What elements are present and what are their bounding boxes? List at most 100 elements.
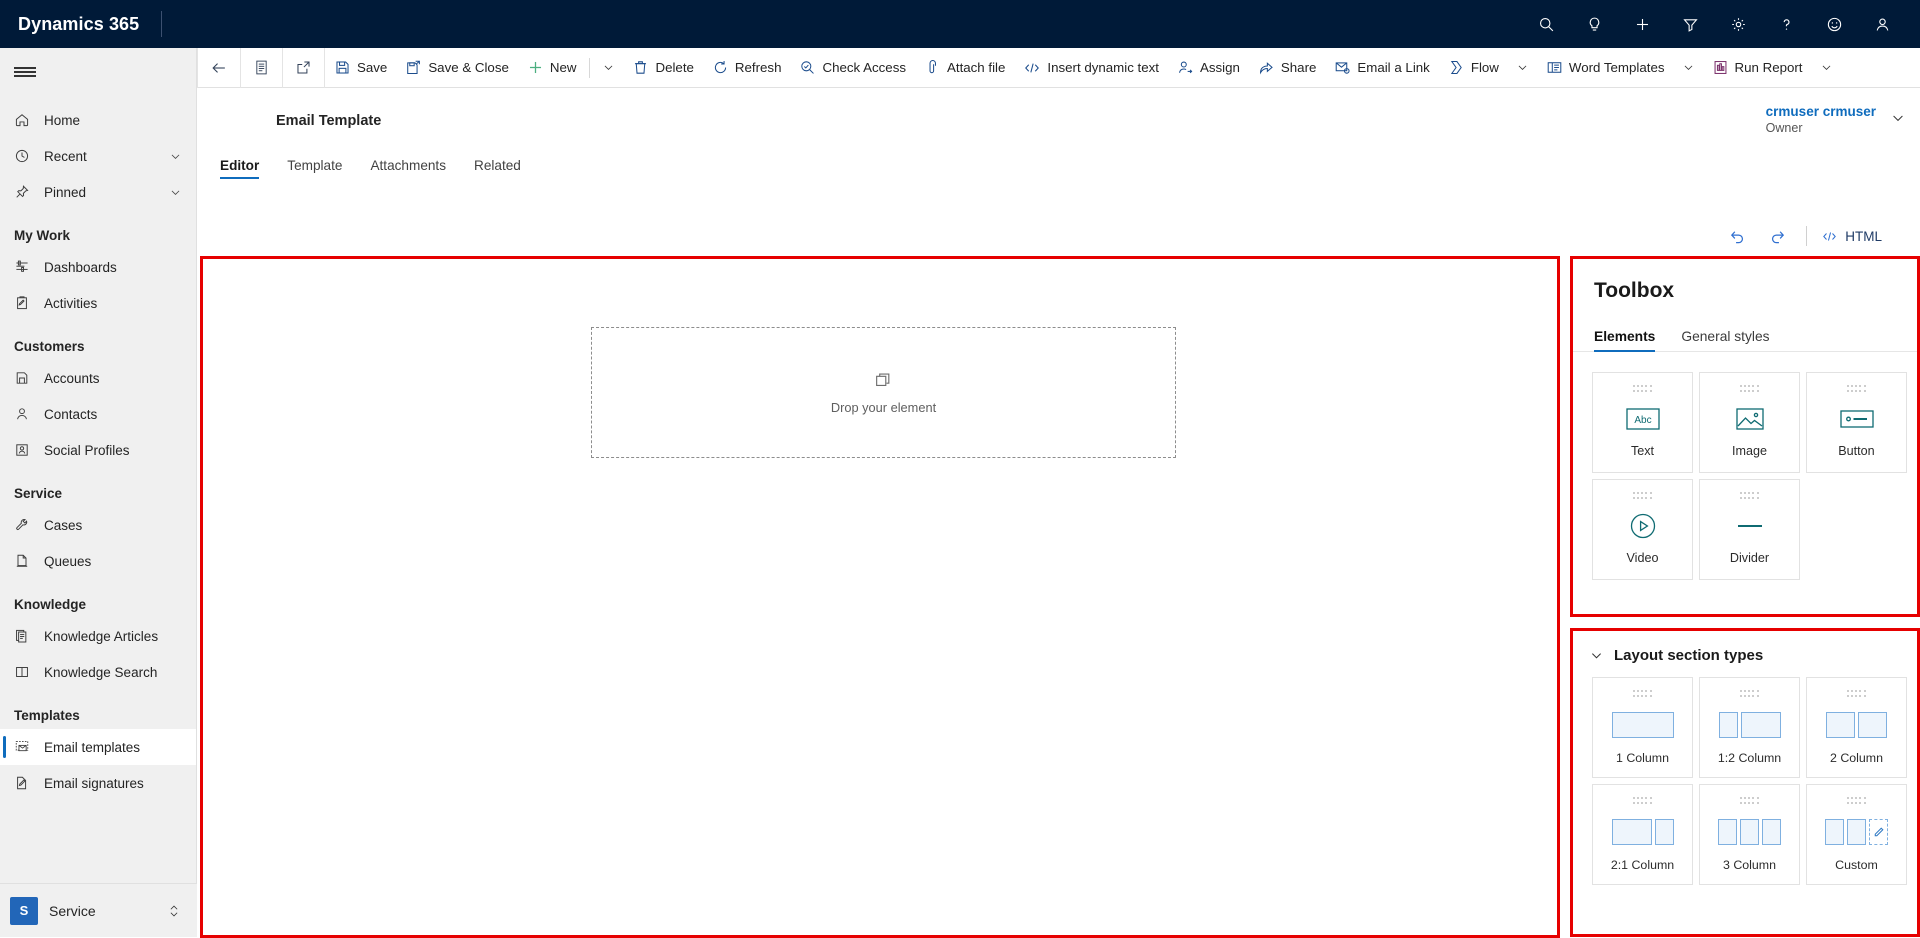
refresh-button[interactable]: Refresh xyxy=(703,48,791,88)
layout-tile-1-column[interactable]: 1 Column xyxy=(1592,677,1693,778)
save-button[interactable]: Save xyxy=(325,48,396,88)
drag-grip-icon[interactable] xyxy=(1632,690,1653,699)
element-tile-image[interactable]: Image xyxy=(1699,372,1800,473)
layout-tile-custom[interactable]: Custom xyxy=(1806,784,1907,885)
chevron-down-icon[interactable] xyxy=(169,150,182,163)
sidebar-item-recent[interactable]: Recent xyxy=(0,138,196,174)
svg-text:Abc: Abc xyxy=(1634,415,1651,426)
sidebar-item-activities[interactable]: Activities xyxy=(0,285,196,321)
element-tile-video[interactable]: Video xyxy=(1592,479,1693,580)
back-button[interactable] xyxy=(198,48,240,88)
layout-tile-2-1-column[interactable]: 2:1 Column xyxy=(1592,784,1693,885)
pencil-icon xyxy=(1869,819,1888,845)
drag-grip-icon[interactable] xyxy=(1739,492,1760,501)
plus-icon[interactable] xyxy=(1618,0,1666,48)
email-signature-icon xyxy=(14,774,36,792)
element-tile-button[interactable]: Button xyxy=(1806,372,1907,473)
layout-section-title: Layout section types xyxy=(1614,647,1764,664)
flow-button[interactable]: Flow xyxy=(1439,48,1508,88)
sidebar-item-knowledge-articles[interactable]: Knowledge Articles xyxy=(0,618,196,654)
word-templates-overflow-chevron[interactable] xyxy=(1674,48,1703,88)
new-overflow-chevron[interactable] xyxy=(594,48,623,88)
drag-grip-icon[interactable] xyxy=(1739,385,1760,394)
sidebar-item-pinned[interactable]: Pinned xyxy=(0,174,196,210)
owner-name[interactable]: crmuser crmuser xyxy=(1766,104,1876,119)
lightbulb-icon[interactable] xyxy=(1570,0,1618,48)
layout-tile-2-column[interactable]: 2 Column xyxy=(1806,677,1907,778)
drop-zone[interactable]: Drop your element xyxy=(591,327,1176,458)
undo-icon[interactable] xyxy=(1722,222,1752,250)
sidebar-item-dashboards[interactable]: Dashboards xyxy=(0,249,196,285)
sidebar-item-home[interactable]: Home xyxy=(0,102,196,138)
layout-section-header[interactable]: Layout section types xyxy=(1573,631,1917,664)
toolbox-tab-list: Elements General styles xyxy=(1594,329,1917,352)
layout-tile-3-column[interactable]: 3 Column xyxy=(1699,784,1800,885)
gear-icon[interactable] xyxy=(1714,0,1762,48)
html-view-button[interactable]: HTML xyxy=(1821,229,1882,244)
chevron-down-icon[interactable] xyxy=(169,186,182,199)
tab-template[interactable]: Template xyxy=(287,158,342,179)
chevron-down-icon[interactable] xyxy=(1589,648,1604,663)
drag-grip-icon[interactable] xyxy=(1846,385,1867,394)
assign-button[interactable]: Assign xyxy=(1168,48,1249,88)
insert-dynamic-text-button[interactable]: Insert dynamic text xyxy=(1014,48,1168,88)
smiley-icon[interactable] xyxy=(1810,0,1858,48)
layout-tile-1-2-column[interactable]: 1:2 Column xyxy=(1699,677,1800,778)
editor-toolbar: HTML xyxy=(1722,222,1882,250)
new-button[interactable]: New xyxy=(518,48,586,88)
element-tile-divider[interactable]: Divider xyxy=(1699,479,1800,580)
tab-elements[interactable]: Elements xyxy=(1594,329,1656,352)
sidebar-item-queues[interactable]: Queues xyxy=(0,543,196,579)
email-a-link-button[interactable]: Email a Link xyxy=(1325,48,1438,88)
flow-overflow-chevron[interactable] xyxy=(1508,48,1537,88)
search-icon[interactable] xyxy=(1522,0,1570,48)
sidebar-item-email-signatures[interactable]: Email signatures xyxy=(0,765,196,801)
hamburger-menu-icon[interactable] xyxy=(0,48,196,96)
drag-grip-icon[interactable] xyxy=(1632,797,1653,806)
drag-grip-icon[interactable] xyxy=(1739,797,1760,806)
code-icon xyxy=(1023,59,1041,77)
element-tile-text[interactable]: Abc Text xyxy=(1592,372,1693,473)
sidebar-item-contacts[interactable]: Contacts xyxy=(0,396,196,432)
tab-related[interactable]: Related xyxy=(474,158,521,179)
drag-grip-icon[interactable] xyxy=(1632,385,1653,394)
drag-grip-icon[interactable] xyxy=(1739,690,1760,699)
sidebar-group-my-work: My Work xyxy=(14,228,71,243)
pin-icon xyxy=(14,183,36,201)
sidebar-item-email-templates[interactable]: Email templates xyxy=(0,729,196,765)
save-and-close-button[interactable]: Save & Close xyxy=(396,48,518,88)
activities-icon xyxy=(14,294,36,312)
tab-attachments[interactable]: Attachments xyxy=(370,158,446,179)
toolbox-element-grid: Abc Text Image Button Video Divider xyxy=(1573,352,1917,580)
drag-grip-icon[interactable] xyxy=(1632,492,1653,501)
person-icon[interactable] xyxy=(1858,0,1906,48)
word-templates-button[interactable]: Word Templates xyxy=(1537,48,1674,88)
chevron-up-down-icon[interactable] xyxy=(167,903,181,919)
sidebar-item-social-profiles[interactable]: Social Profiles xyxy=(0,432,196,468)
share-button[interactable]: Share xyxy=(1249,48,1325,88)
drag-grip-icon[interactable] xyxy=(1846,690,1867,699)
run-report-button[interactable]: Run Report xyxy=(1703,48,1812,88)
chevron-down-icon[interactable] xyxy=(1890,110,1906,126)
run-report-overflow-chevron[interactable] xyxy=(1812,48,1841,88)
question-icon[interactable] xyxy=(1762,0,1810,48)
redo-icon[interactable] xyxy=(1762,222,1792,250)
owner-role-label: Owner xyxy=(1765,121,1803,135)
delete-button[interactable]: Delete xyxy=(623,48,702,88)
email-canvas[interactable]: Drop your element xyxy=(200,256,1560,938)
area-switcher[interactable]: S Service xyxy=(0,883,197,937)
attach-file-button[interactable]: Attach file xyxy=(915,48,1014,88)
drag-grip-icon[interactable] xyxy=(1846,797,1867,806)
form-selector-button[interactable] xyxy=(241,48,282,88)
sidebar-item-cases[interactable]: Cases xyxy=(0,507,196,543)
sidebar-group-knowledge: Knowledge xyxy=(14,597,87,612)
filter-icon[interactable] xyxy=(1666,0,1714,48)
owner-field[interactable]: crmuser crmuser Owner xyxy=(1766,104,1876,135)
tab-general-styles[interactable]: General styles xyxy=(1681,329,1769,352)
sidebar-item-knowledge-search[interactable]: Knowledge Search xyxy=(0,654,196,690)
tab-editor[interactable]: Editor xyxy=(220,158,260,179)
popout-button[interactable] xyxy=(283,48,324,88)
check-access-button[interactable]: Check Access xyxy=(790,48,915,88)
sidebar-item-accounts[interactable]: Accounts xyxy=(0,360,196,396)
area-badge: S xyxy=(10,896,38,925)
